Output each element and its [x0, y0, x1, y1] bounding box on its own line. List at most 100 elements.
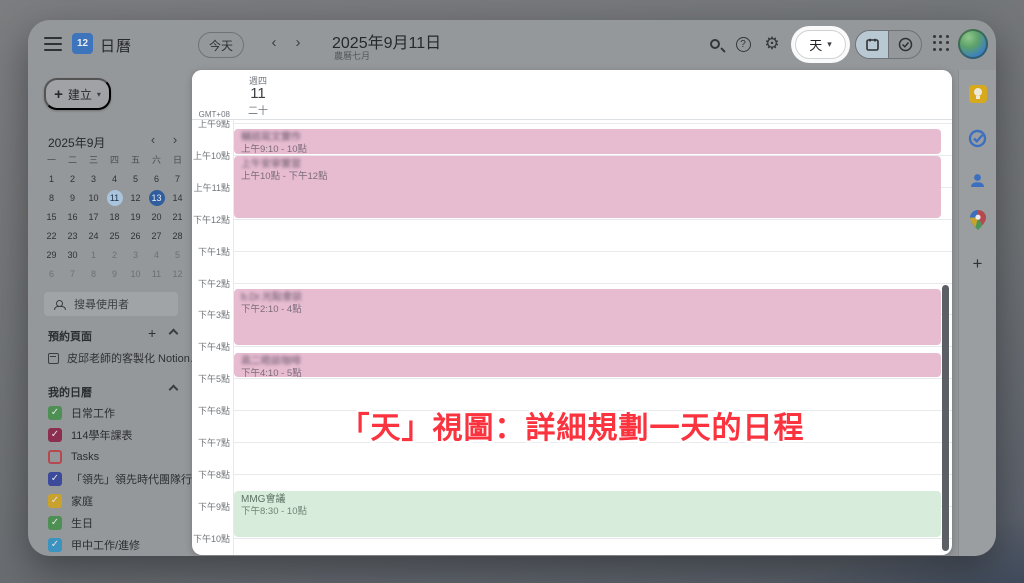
tasks-view-toggle[interactable] — [889, 31, 921, 58]
calendar-list-item[interactable]: ✓甲中工作/進修 — [48, 534, 198, 556]
mini-calendar-day[interactable]: 1 — [41, 169, 62, 188]
mini-calendar-day[interactable]: 20 — [146, 207, 167, 226]
mini-calendar-day[interactable]: 1 — [83, 245, 104, 264]
mini-calendar-day[interactable]: 2 — [62, 169, 83, 188]
mini-calendar-day[interactable]: 7 — [62, 264, 83, 283]
calendar-list-label: 日常工作 — [71, 405, 115, 421]
google-apps-icon[interactable] — [933, 35, 949, 51]
mini-calendar-day[interactable]: 7 — [167, 169, 188, 188]
mini-calendar-day[interactable]: 9 — [62, 188, 83, 207]
mini-calendar-day[interactable]: 8 — [83, 264, 104, 283]
mini-calendar-day[interactable]: 12 — [167, 264, 188, 283]
settings-gear-icon[interactable]: ⚙ — [761, 33, 783, 55]
mini-calendar-day[interactable]: 24 — [83, 226, 104, 245]
mini-calendar-day[interactable]: 27 — [146, 226, 167, 245]
hour-gridline[interactable] — [234, 123, 952, 124]
prev-day-icon[interactable]: ‹ — [266, 34, 282, 51]
mini-calendar-day[interactable]: 4 — [104, 169, 125, 188]
next-day-icon[interactable]: › — [290, 34, 306, 51]
mini-calendar-day[interactable]: 26 — [125, 226, 146, 245]
checkbox-unchecked-icon[interactable] — [48, 450, 62, 464]
maps-icon[interactable] — [968, 210, 988, 230]
mini-calendar-day[interactable]: 2 — [104, 245, 125, 264]
mini-calendar-day[interactable]: 3 — [83, 169, 104, 188]
calendar-list-item[interactable]: ✓ 日常工作 — [48, 402, 198, 424]
mini-calendar-day[interactable]: 6 — [146, 169, 167, 188]
hour-gridline[interactable] — [234, 474, 952, 475]
create-button[interactable]: + 建立 ▾ — [44, 78, 111, 110]
mini-calendar-day[interactable]: 25 — [104, 226, 125, 245]
tasks-icon[interactable] — [968, 128, 988, 148]
calendar-list-item[interactable]: Tasks — [48, 446, 198, 468]
help-icon[interactable]: ? — [732, 33, 754, 55]
mini-calendar-day[interactable]: 12 — [125, 188, 146, 207]
get-addons-icon[interactable]: + — [973, 254, 983, 274]
event-time: 下午4:10 - 5點 — [241, 368, 934, 377]
hour-gridline[interactable] — [234, 378, 952, 379]
day-number[interactable]: 11 — [232, 85, 284, 102]
calendar-event[interactable]: 高二晤談咖啡下午4:10 - 5點 — [234, 353, 941, 377]
mini-calendar-day[interactable]: 9 — [104, 264, 125, 283]
mini-calendar-prev-icon[interactable]: ‹ — [146, 132, 160, 147]
search-icon[interactable] — [704, 33, 726, 55]
mini-calendar-day[interactable]: 21 — [167, 207, 188, 226]
hour-gridline[interactable] — [234, 538, 952, 539]
mini-calendar-day[interactable]: 19 — [125, 207, 146, 226]
mini-calendar-day[interactable]: 16 — [62, 207, 83, 226]
mini-calendar-day[interactable]: 10 — [83, 188, 104, 207]
checkbox-checked-icon[interactable]: ✓ — [48, 538, 62, 552]
keep-icon[interactable] — [968, 84, 988, 104]
checkbox-checked-icon[interactable]: ✓ — [48, 472, 62, 486]
mini-calendar-day[interactable]: 28 — [167, 226, 188, 245]
mini-calendar-day[interactable]: 30 — [62, 245, 83, 264]
mini-calendar-next-icon[interactable]: › — [168, 132, 182, 147]
mini-calendar-day[interactable]: 22 — [41, 226, 62, 245]
calendar-view-toggle[interactable] — [856, 31, 889, 58]
view-selector-day[interactable]: 天 ▾ — [796, 31, 845, 58]
checkbox-checked-icon[interactable]: ✓ — [48, 406, 62, 420]
hour-gridline[interactable] — [234, 346, 952, 347]
calendar-list-item[interactable]: ✓「領先」領先時代團隊行程 — [48, 468, 198, 490]
mini-calendar-day[interactable]: 11 — [104, 188, 125, 207]
calendar-event[interactable]: 輔諮寫文實作上午9:10 - 10點 — [234, 129, 941, 153]
booking-add-icon[interactable]: + — [148, 325, 156, 341]
mini-calendar-day[interactable]: 15 — [41, 207, 62, 226]
mini-calendar-day[interactable]: 10 — [125, 264, 146, 283]
booking-collapse-icon[interactable] — [169, 329, 179, 339]
calendar-event[interactable]: b.Dr.光點會談下午2:10 - 4點 — [234, 289, 941, 345]
calendar-list-item[interactable]: ✓生日 — [48, 512, 198, 534]
hour-gridline[interactable] — [234, 219, 952, 220]
checkbox-checked-icon[interactable]: ✓ — [48, 428, 62, 442]
mini-calendar-day[interactable]: 23 — [62, 226, 83, 245]
today-button[interactable]: 今天 — [198, 32, 244, 58]
search-users-button[interactable]: 搜尋使用者 — [44, 292, 178, 316]
calendar-event[interactable]: 上午安寧實習上午10點 - 下午12點 — [234, 156, 941, 218]
mini-calendar-day[interactable]: 6 — [41, 264, 62, 283]
mini-calendar-day[interactable]: 5 — [125, 169, 146, 188]
checkbox-checked-icon[interactable]: ✓ — [48, 494, 62, 508]
event-time: 上午9:10 - 10點 — [241, 144, 934, 153]
hour-gridline[interactable] — [234, 251, 952, 252]
hour-gridline[interactable] — [234, 283, 952, 284]
mini-calendar-day[interactable]: 5 — [167, 245, 188, 264]
main-menu-icon[interactable] — [44, 37, 62, 51]
mini-calendar-day[interactable]: 18 — [104, 207, 125, 226]
calendar-list-item[interactable]: ✓ 家庭 — [48, 490, 198, 512]
calendar-list-item[interactable]: ✓114學年課表 — [48, 424, 198, 446]
checkbox-checked-icon[interactable]: ✓ — [48, 516, 62, 530]
calendar-list-label: 家庭 — [71, 493, 93, 509]
mini-calendar-day[interactable]: 29 — [41, 245, 62, 264]
mini-calendar-day[interactable]: 13 — [146, 188, 167, 207]
booking-page-item[interactable]: 皮邱老師的客製化 Notion… — [48, 350, 198, 366]
mini-calendar-day[interactable]: 4 — [146, 245, 167, 264]
mini-calendar-day[interactable]: 8 — [41, 188, 62, 207]
mini-calendar-day[interactable]: 11 — [146, 264, 167, 283]
mini-calendar-day[interactable]: 3 — [125, 245, 146, 264]
contacts-icon[interactable] — [968, 170, 988, 190]
lunar-month-subtitle: 農曆七月 — [334, 49, 370, 62]
profile-avatar[interactable] — [958, 29, 988, 59]
mini-calendar-day[interactable]: 14 — [167, 188, 188, 207]
mini-calendar-day[interactable]: 17 — [83, 207, 104, 226]
my-calendars-collapse-icon[interactable] — [169, 385, 179, 395]
calendar-event[interactable]: MMG會議下午8:30 - 10點 — [234, 491, 941, 537]
